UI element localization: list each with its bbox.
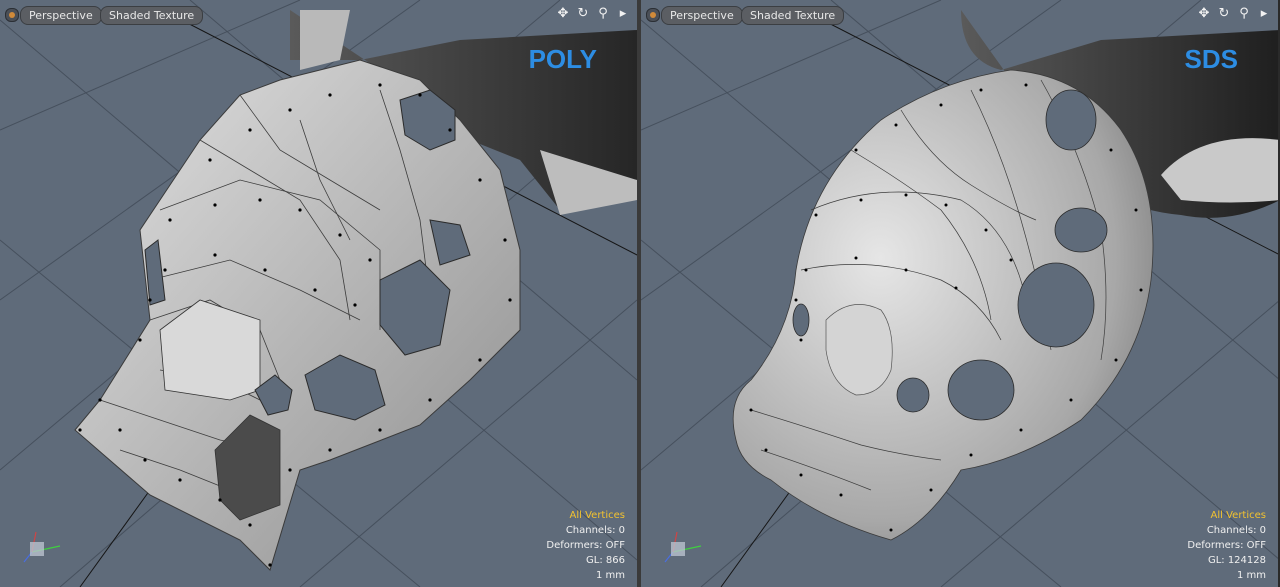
deformers-state: Deformers: OFF bbox=[546, 540, 625, 551]
viewport-options-button[interactable] bbox=[5, 8, 19, 22]
gl-count: GL: 124128 bbox=[1207, 555, 1266, 566]
shading-menu[interactable]: Shaded Texture bbox=[100, 6, 204, 25]
viewport-sds[interactable]: Perspective Shaded Texture ✥ ↻ ⚲ ▸ SDS A… bbox=[641, 0, 1278, 587]
shading-menu[interactable]: Shaded Texture bbox=[741, 6, 845, 25]
viewport-info: All Vertices Channels: 0 Deformers: OFF … bbox=[1187, 508, 1266, 583]
grid-unit: 1 mm bbox=[595, 570, 625, 581]
rotate-view-icon[interactable]: ↻ bbox=[1216, 4, 1232, 24]
grid-unit: 1 mm bbox=[1236, 570, 1266, 581]
expand-menu-icon[interactable]: ▸ bbox=[615, 4, 631, 24]
rotate-view-icon[interactable]: ↻ bbox=[575, 4, 591, 24]
viewport-label: SDS bbox=[1184, 44, 1238, 74]
viewport-header: Perspective Shaded Texture ✥ ↻ ⚲ ▸ bbox=[0, 0, 637, 30]
selection-mode: All Vertices bbox=[1210, 510, 1266, 521]
viewport-options-button[interactable] bbox=[646, 8, 660, 22]
view-type-menu[interactable]: Perspective bbox=[20, 6, 102, 25]
move-view-icon[interactable]: ✥ bbox=[555, 4, 571, 24]
viewport-tools: ✥ ↻ ⚲ ▸ bbox=[1196, 4, 1272, 24]
expand-menu-icon[interactable]: ▸ bbox=[1256, 4, 1272, 24]
zoom-view-icon[interactable]: ⚲ bbox=[1236, 4, 1252, 24]
viewport-tools: ✥ ↻ ⚲ ▸ bbox=[555, 4, 631, 24]
viewport-label: POLY bbox=[528, 44, 597, 74]
viewport-poly[interactable]: Perspective Shaded Texture ✥ ↻ ⚲ ▸ POLY … bbox=[0, 0, 637, 587]
axis-gizmo bbox=[664, 531, 702, 563]
deformers-state: Deformers: OFF bbox=[1187, 540, 1266, 551]
zoom-view-icon[interactable]: ⚲ bbox=[595, 4, 611, 24]
channels-count: Channels: 0 bbox=[1206, 525, 1266, 536]
scene-poly[interactable] bbox=[0, 0, 637, 587]
channels-count: Channels: 0 bbox=[565, 525, 625, 536]
move-view-icon[interactable]: ✥ bbox=[1196, 4, 1212, 24]
selection-mode: All Vertices bbox=[569, 510, 625, 521]
scene-sds[interactable] bbox=[641, 0, 1278, 587]
axis-gizmo bbox=[23, 531, 61, 563]
viewport-info: All Vertices Channels: 0 Deformers: OFF … bbox=[546, 508, 625, 583]
view-type-menu[interactable]: Perspective bbox=[661, 6, 743, 25]
gl-count: GL: 866 bbox=[586, 555, 625, 566]
viewport-header: Perspective Shaded Texture ✥ ↻ ⚲ ▸ bbox=[641, 0, 1278, 30]
